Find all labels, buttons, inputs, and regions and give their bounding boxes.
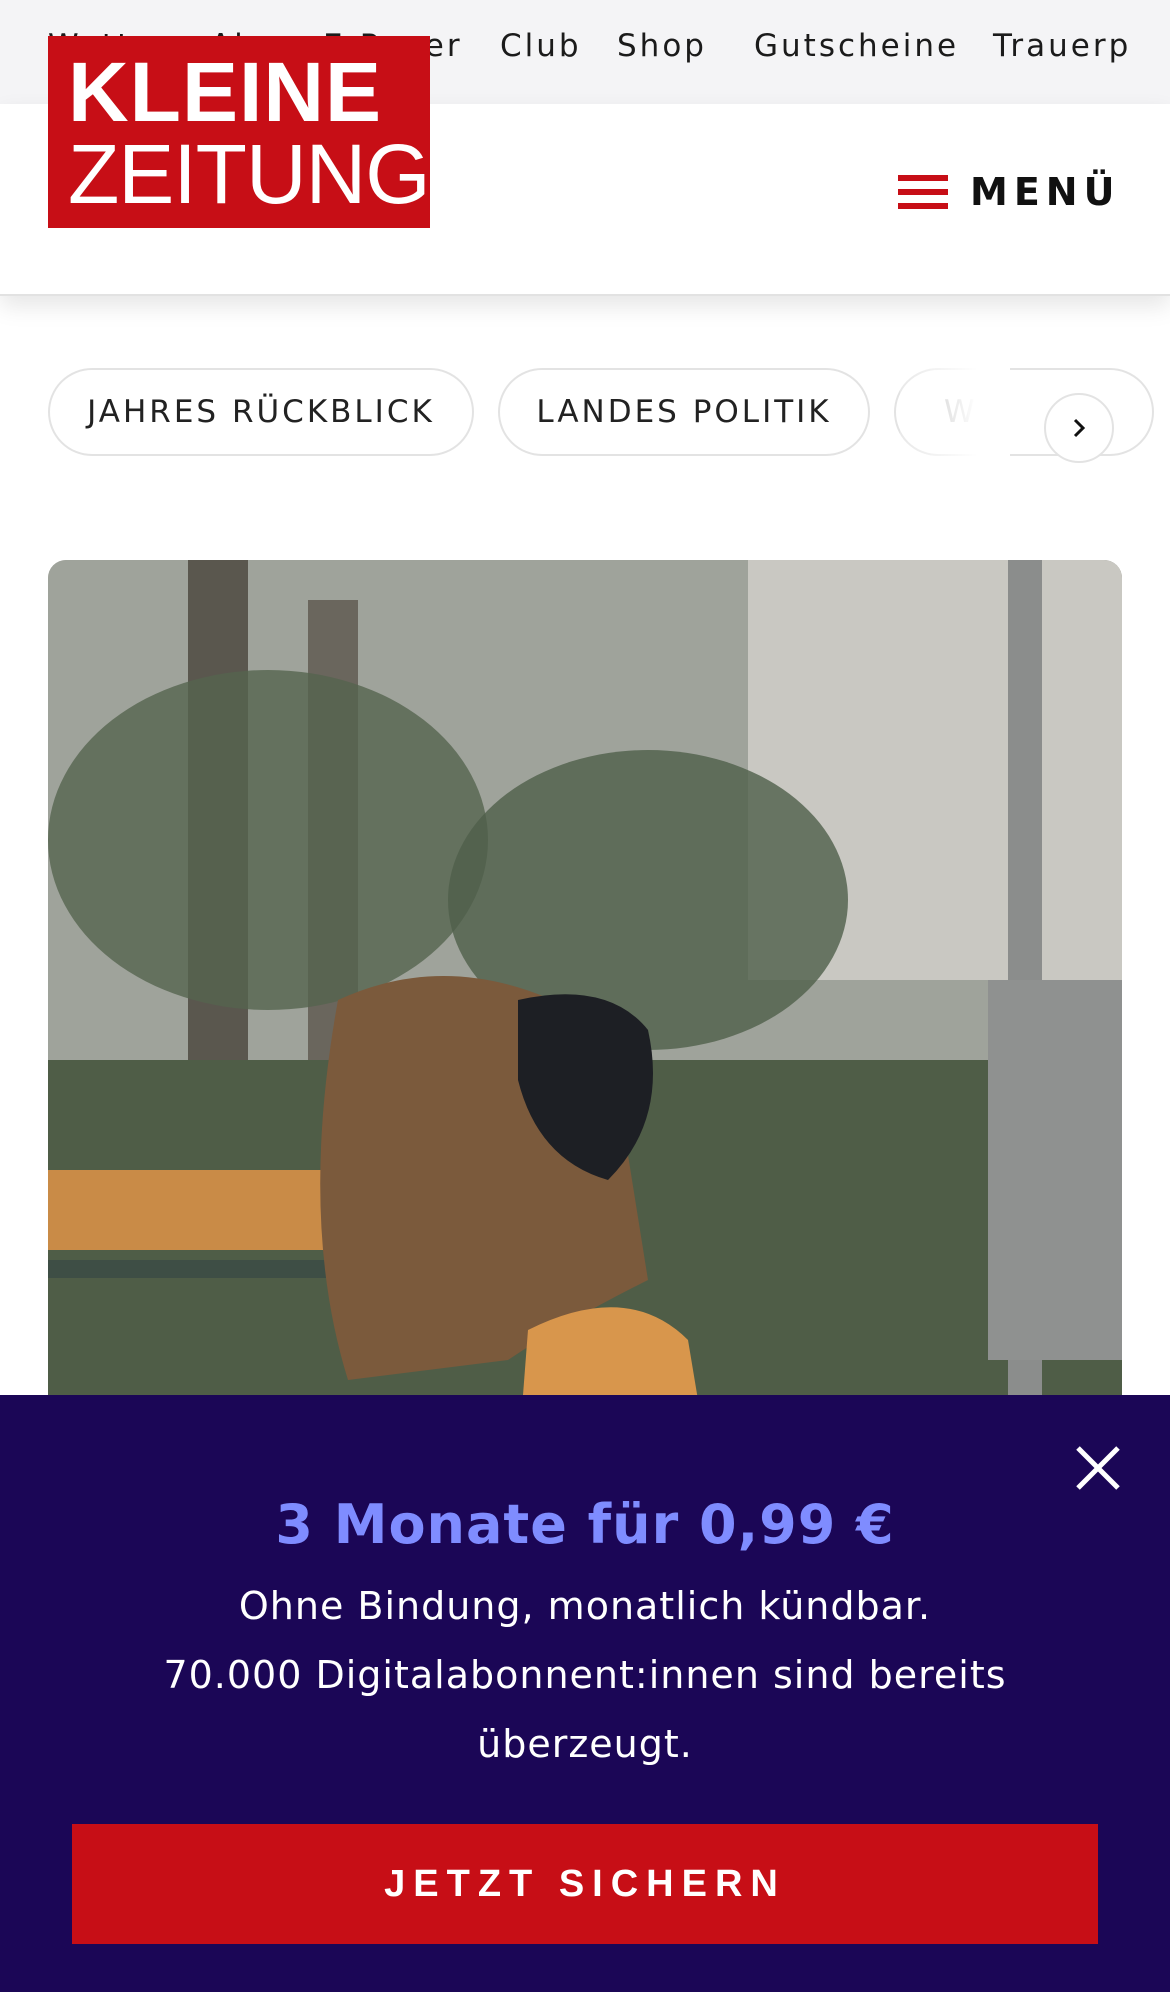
close-icon	[1076, 1446, 1120, 1490]
chip-jahresrueckblick[interactable]: JAHRES RÜCKBLICK	[48, 368, 474, 456]
kleine-zeitung-logo[interactable]: KLEINE ZEITUNG	[48, 36, 431, 228]
logo-line-2: ZEITUNG	[68, 127, 431, 221]
nav-link-gutscheine[interactable]: Gutscheine	[754, 28, 959, 64]
paywall-offer-title: 3 Monate für 0,99 €	[275, 1493, 895, 1556]
chips-scroll-right-button[interactable]	[1044, 393, 1114, 463]
chevron-right-icon	[1073, 418, 1086, 438]
paywall-line-3: überzeugt.	[477, 1722, 693, 1766]
nav-link-club[interactable]: Club	[500, 28, 582, 64]
menu-button[interactable]: MENÜ	[898, 162, 1120, 222]
nav-link-shop[interactable]: Shop	[617, 28, 707, 64]
menu-label: MENÜ	[970, 170, 1121, 214]
logo-line-1: KLEINE	[68, 45, 383, 139]
hamburger-icon	[898, 173, 948, 211]
paywall-line-1: Ohne Bindung, monatlich kündbar.	[238, 1584, 932, 1628]
nav-link-trauer[interactable]: Trauerp	[993, 28, 1131, 64]
chip-fade	[900, 368, 1010, 460]
jetzt-sichern-button[interactable]: JETZT SICHERN	[72, 1824, 1098, 1944]
chip-landespolitik[interactable]: LANDES POLITIK	[498, 368, 870, 456]
paywall-close-button[interactable]	[1070, 1440, 1126, 1496]
paywall-description: Ohne Bindung, monatlich kündbar. 70.000 …	[150, 1572, 1020, 1779]
hero-image[interactable]	[48, 560, 1122, 1460]
hero-photo-illustration	[48, 560, 1122, 1460]
paywall-line-2: 70.000 Digitalabonnent:innen sind bereit…	[163, 1653, 1007, 1697]
